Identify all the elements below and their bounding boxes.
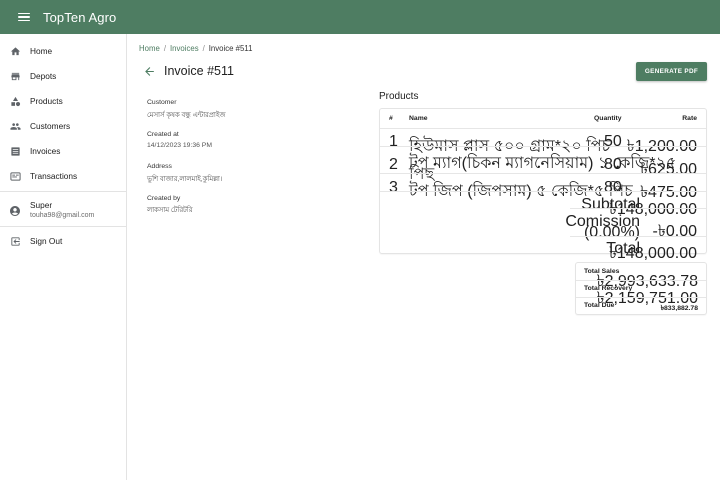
sidebar-divider [0,226,126,227]
account-circle-icon [9,204,21,216]
created-at-label: Created at [147,131,179,138]
total-due-value: ৳833,882.78 [660,305,698,312]
col-header-quantity: Quantity [594,115,622,122]
sidebar-item-customers[interactable]: Customers [0,115,126,137]
back-arrow-icon[interactable] [143,65,156,78]
logout-icon [10,236,21,247]
sidebar-item-label: Products [30,96,63,106]
row-quantity: 80 [604,179,622,196]
sidebar-item-transactions[interactable]: Transactions [0,165,126,187]
col-header-name: Name [409,115,428,122]
sign-out-label: Sign Out [30,236,63,246]
store-icon [10,71,21,82]
created-by-label: Created by [147,195,181,202]
breadcrumb-invoices[interactable]: Invoices [170,44,199,53]
row-quantity: 50 [604,133,622,150]
created-by-value: লাকসাম টেরিটরি [147,207,193,214]
sidebar-item-label: Home [30,46,53,56]
user-name: Super [30,200,53,210]
sidebar-item-label: Depots [30,71,57,81]
address-label: Address [147,163,172,170]
sidebar: Home Depots Products Customers Invoices … [0,34,127,480]
sidebar-item-label: Transactions [30,171,78,181]
row-num: 1 [389,133,398,150]
sidebar-item-depots[interactable]: Depots [0,65,126,87]
breadcrumb: Home / Invoices / Invoice #511 [139,44,253,53]
page-title: Invoice #511 [164,64,234,78]
generate-pdf-button[interactable]: GENERATE PDF [636,62,707,81]
breadcrumb-current: Invoice #511 [208,44,253,53]
app-title: TopTen Agro [43,9,117,25]
sidebar-item-home[interactable]: Home [0,40,126,62]
row-num: 2 [389,156,398,173]
customer-value: মেসার্স কৃষক বন্ধু এন্টারপ্রাইজ [147,112,226,119]
customer-label: Customer [147,99,177,106]
col-header-rate: Rate [682,115,697,122]
sidebar-item-invoices[interactable]: Invoices [0,140,126,162]
address-value: ভুশি বাজার,লালমাই,কুমিল্লা। [147,176,223,183]
sign-out-button[interactable]: Sign Out [0,230,126,252]
sidebar-item-label: Customers [30,121,71,131]
sidebar-item-label: Invoices [30,146,61,156]
people-icon [10,121,21,132]
total-due-label: Total Due [584,302,615,309]
products-title: Products [379,91,419,102]
sidebar-item-products[interactable]: Products [0,90,126,112]
list-icon [10,146,21,157]
col-header-num: # [389,115,393,122]
menu-icon[interactable] [18,12,30,22]
breadcrumb-home[interactable]: Home [139,44,160,53]
row-quantity: 80 [604,156,622,173]
sidebar-divider [0,191,126,192]
shapes-icon [10,96,21,107]
summary-card: Total Sales ৳2,993,633.78 Total Recovery… [575,262,707,315]
app-bar: TopTen Agro [0,0,720,34]
card-icon [10,171,21,182]
products-table: # Name Quantity Rate 1 হিউমাস প্লাস ৫০০ … [379,108,707,262]
home-icon [10,46,21,57]
created-at-value: 14/12/2023 19:36 PM [147,142,212,149]
user-email: touha98@gmail.com [30,212,95,219]
row-num: 3 [389,179,398,196]
